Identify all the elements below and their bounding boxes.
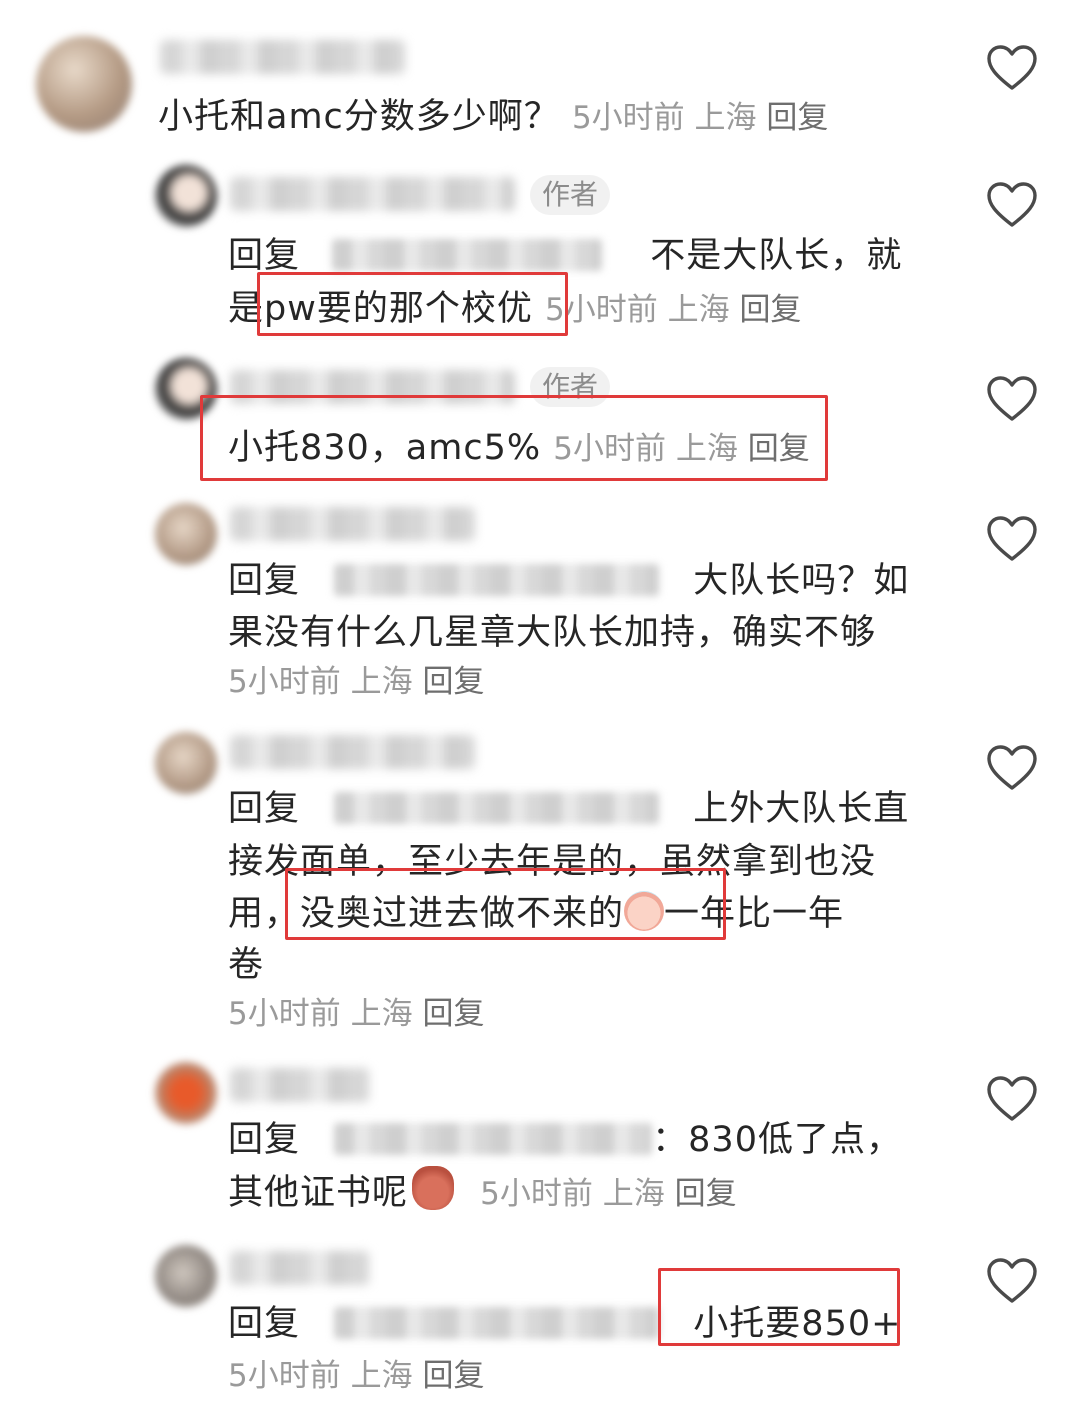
comment-meta: 5小时前 上海 回复 — [480, 1176, 736, 1212]
reply-button[interactable]: 回复 — [739, 292, 801, 328]
comment-location: 上海 — [602, 1176, 665, 1212]
username-blurred[interactable] — [230, 370, 515, 404]
comment-text: 用， — [228, 894, 301, 934]
comment-meta: 5小时前 上海 回复 — [572, 100, 828, 136]
comment-text: 小托830，amc5% — [228, 428, 542, 468]
comment-text: 不是大队长，就 — [650, 236, 903, 276]
comment-text-row: 接发面单，至少去年是的，虽然拿到也没 — [228, 836, 876, 889]
reply-prefix: 回复 — [228, 1120, 301, 1160]
heart-outline-icon[interactable] — [987, 516, 1037, 562]
reply-button[interactable]: 回复 — [422, 996, 484, 1032]
comment-meta: 5小时前 上海 回复 — [228, 1350, 484, 1403]
comment-time: 5小时前 — [228, 664, 341, 700]
heart-outline-icon[interactable] — [987, 1258, 1037, 1304]
heart-outline-icon[interactable] — [987, 745, 1037, 791]
mention-blurred[interactable] — [334, 792, 660, 824]
comment-text-row: 回复 小托要850+ — [228, 1298, 901, 1351]
comment-meta: 5小时前 上海 回复 — [545, 292, 801, 328]
comment-location: 上海 — [350, 1358, 413, 1394]
reply-prefix: 回复 — [228, 789, 301, 829]
reply-button[interactable]: 回复 — [766, 100, 828, 136]
avatar[interactable] — [155, 503, 217, 565]
comment-text: 一年比一年 — [664, 894, 845, 934]
comment-meta: 5小时前 上海 回复 — [228, 656, 484, 709]
comment-text-row: 其他证书呢 5小时前 上海 回复 — [228, 1166, 737, 1221]
username-blurred[interactable] — [230, 1251, 370, 1285]
reply-prefix: 回复 — [228, 1304, 301, 1344]
author-badge: 作者 — [530, 367, 611, 407]
crying-face-emoji — [624, 891, 665, 931]
comment-text: 是pw要的那个校优 — [228, 289, 533, 329]
comment-text: 接发面单，至少去年是的，虽然拿到也没 — [228, 842, 877, 882]
comment-time: 5小时前 — [228, 996, 341, 1032]
comment-text-row: 果没有什么几星章大队长加持，确实不够 — [228, 607, 876, 660]
comment-time: 5小时前 — [480, 1176, 593, 1212]
mention-blurred[interactable] — [334, 1123, 653, 1155]
username-blurred[interactable] — [230, 177, 515, 211]
comment-text-row: 小托830，amc5% 5小时前 上海 回复 — [228, 422, 810, 476]
heart-outline-icon[interactable] — [987, 182, 1037, 228]
comment-location: 上海 — [350, 996, 413, 1032]
comment-meta: 5小时前 上海 回复 — [228, 988, 484, 1041]
comment-time: 5小时前 — [553, 431, 666, 467]
heart-outline-icon[interactable] — [987, 1076, 1037, 1122]
comment-text-row: 小托和amc分数多少啊？ 5小时前 上海 回复 — [158, 91, 828, 145]
comment-time: 5小时前 — [544, 292, 658, 328]
avatar[interactable] — [155, 1062, 217, 1124]
comment-text-row: 是pw要的那个校优 5小时前 上海 回复 — [228, 283, 801, 337]
mention-blurred[interactable] — [334, 1307, 660, 1339]
reply-button[interactable]: 回复 — [422, 1358, 484, 1394]
comment-location: 上海 — [694, 100, 757, 136]
comment-text-row: 回复 上外大队长直 — [228, 783, 909, 836]
avatar[interactable] — [155, 165, 217, 227]
username-blurred[interactable] — [230, 507, 475, 541]
comment-text: 其他证书呢 — [228, 1173, 409, 1213]
comment-location: 上海 — [675, 431, 738, 467]
angry-bag-emoji — [412, 1166, 455, 1210]
reply-prefix: 回复 — [228, 236, 301, 276]
comment-text: 小托要850+ — [693, 1304, 902, 1344]
comment-text: 果没有什么几星章大队长加持，确实不够 — [228, 613, 877, 653]
comment-text: 上外大队长直 — [693, 789, 910, 829]
reply-button[interactable]: 回复 — [675, 1176, 737, 1212]
reply-button[interactable]: 回复 — [748, 431, 810, 467]
comment-text: ：830低了点， — [652, 1120, 902, 1160]
comment-text-row: 回复 不是大队长，就 — [228, 230, 902, 283]
comment-text: 卷 — [228, 945, 265, 985]
comment-text: 没奥过进去做不来的 — [300, 894, 625, 934]
avatar[interactable] — [36, 36, 132, 132]
comment-location: 上海 — [350, 664, 413, 700]
avatar[interactable] — [155, 732, 217, 794]
username-blurred[interactable] — [160, 40, 405, 74]
heart-outline-icon[interactable] — [987, 376, 1037, 422]
mention-blurred[interactable] — [332, 239, 603, 271]
comment-text-row: 卷 — [228, 939, 264, 992]
comment-time: 5小时前 — [228, 1358, 341, 1394]
reply-button[interactable]: 回复 — [422, 664, 484, 700]
username-blurred[interactable] — [230, 1068, 370, 1102]
mention-blurred[interactable] — [334, 564, 660, 596]
comment-text: 小托和amc分数多少啊？ — [158, 97, 560, 137]
avatar[interactable] — [155, 358, 217, 420]
comment-text-row: 回复 ：830低了点， — [228, 1114, 902, 1167]
heart-outline-icon[interactable] — [987, 45, 1037, 91]
reply-prefix: 回复 — [228, 561, 301, 601]
author-badge: 作者 — [530, 175, 611, 215]
comment-text: 大队长吗？如 — [693, 561, 910, 601]
comment-time: 5小时前 — [571, 100, 685, 136]
username-blurred[interactable] — [230, 735, 475, 769]
comment-text-row: 回复 大队长吗？如 — [228, 555, 909, 608]
comment-text-row: 用，没奥过进去做不来的 一年比一年 — [228, 888, 844, 941]
avatar[interactable] — [155, 1245, 217, 1307]
comment-meta: 5小时前 上海 回复 — [553, 431, 809, 467]
comment-location: 上海 — [667, 292, 730, 328]
